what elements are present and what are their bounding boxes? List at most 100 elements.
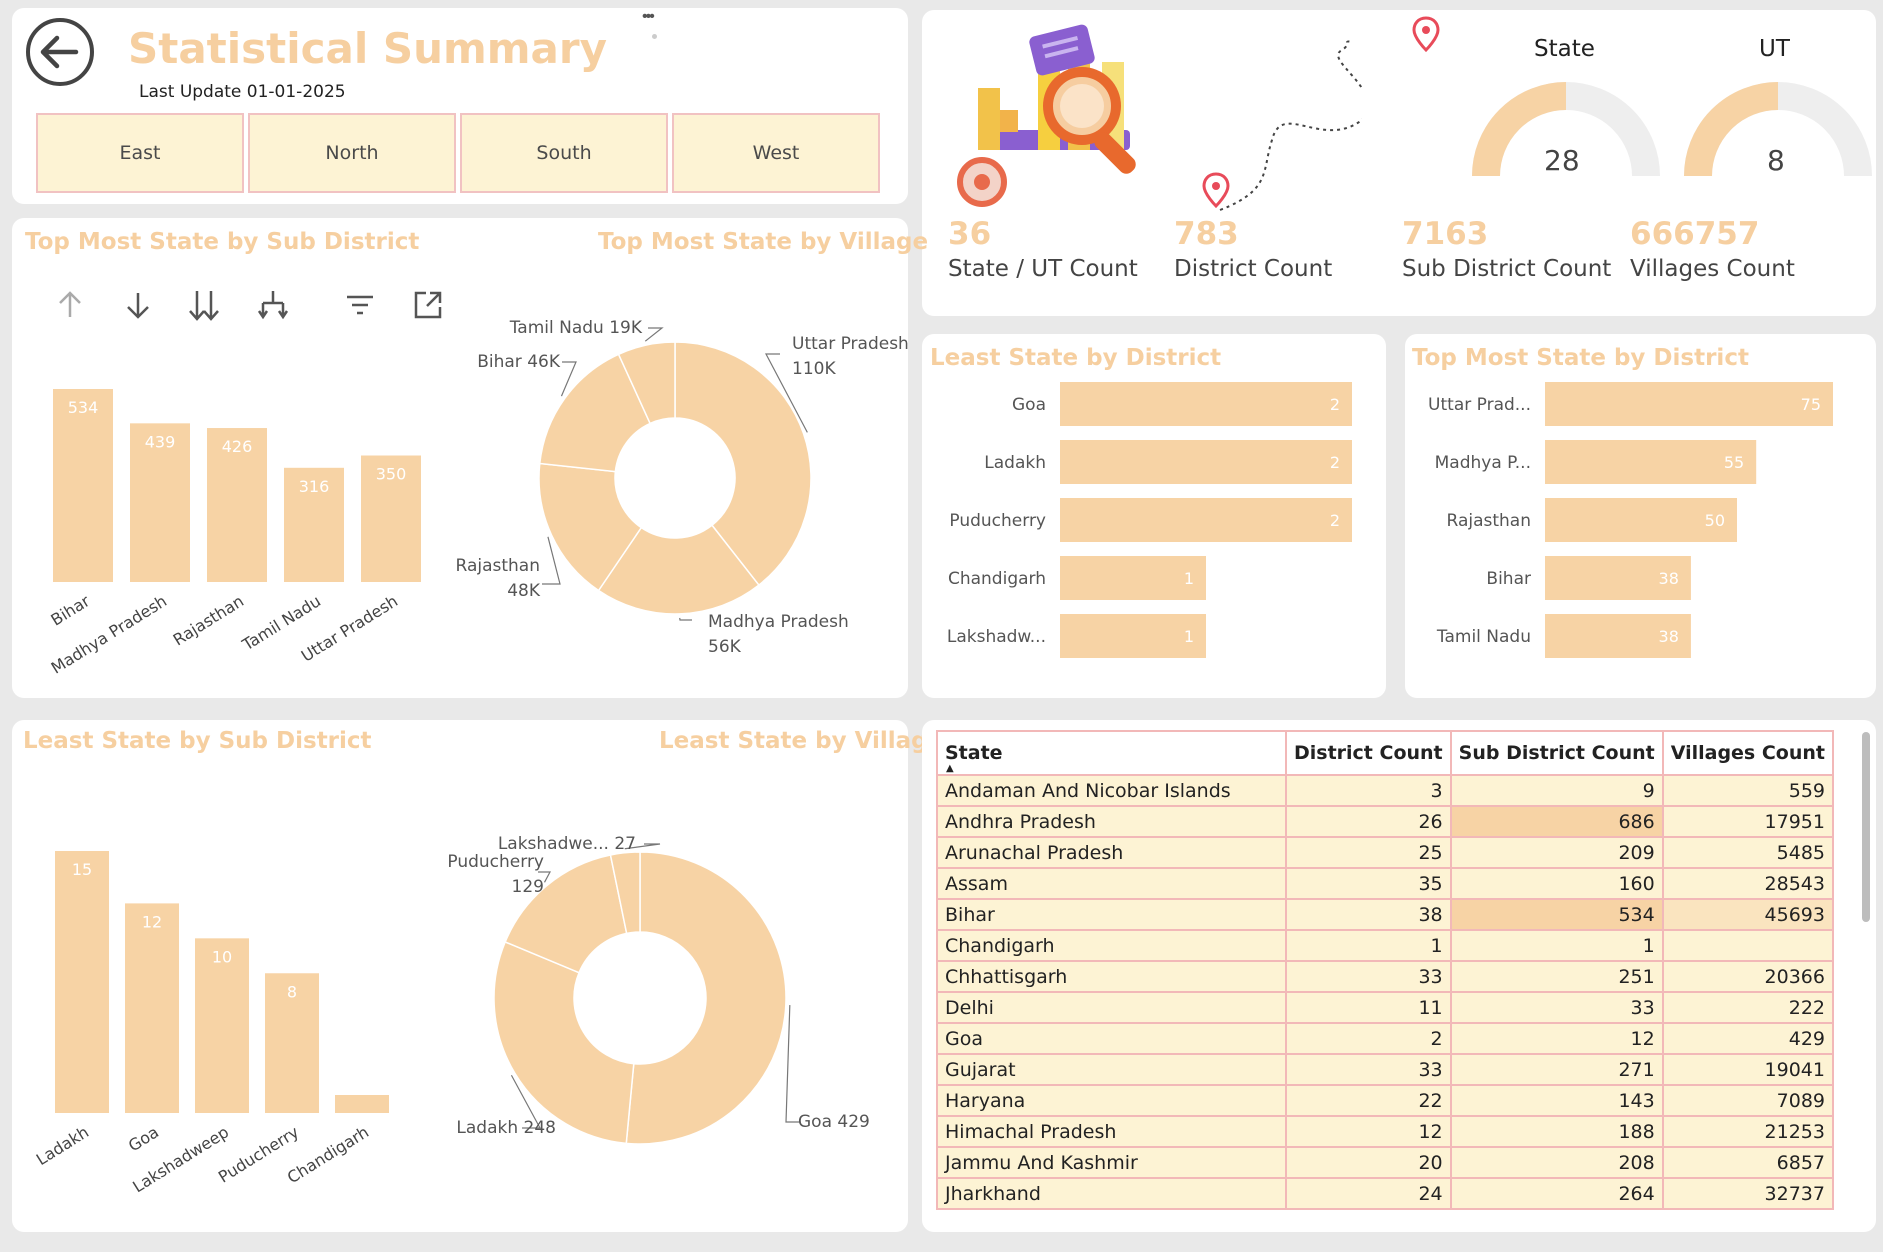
- table-row[interactable]: Chandigarh 1 1: [936, 929, 1834, 962]
- table-row[interactable]: Gujarat 33 271 19041: [936, 1053, 1834, 1086]
- table-row[interactable]: Andaman And Nicobar Islands 3 9 559: [936, 774, 1834, 807]
- table-row[interactable]: Haryana 22 143 7089: [936, 1084, 1834, 1117]
- axis-tick-label: Bihar: [1486, 569, 1531, 589]
- more-options-icon[interactable]: •••: [642, 8, 655, 26]
- column-header-state[interactable]: State ▲: [936, 730, 1287, 776]
- cell-state: Jharkhand: [936, 1177, 1287, 1210]
- kpi-value-villages: 666757: [1630, 216, 1760, 252]
- cell-count: 1: [1449, 929, 1664, 962]
- leader-line: [785, 1005, 800, 1123]
- table-row[interactable]: Chhattisgarh 33 251 20366: [936, 960, 1834, 993]
- cell-count: 17951: [1661, 805, 1834, 838]
- kpi-label-villages: Villages Count: [1630, 256, 1795, 282]
- kpi-value-sub-district: 7163: [1402, 216, 1489, 252]
- bar-data-label: 350: [376, 465, 407, 484]
- column-header-villages-count[interactable]: Villages Count: [1661, 730, 1834, 776]
- bar-data-label: 316: [299, 477, 330, 496]
- top-village-donut-chart: Uttar Pradesh 110K Madhya Pradesh 56K Rajast…: [456, 318, 909, 657]
- least-sub-district-chart: 15Ladakh12Goa10Lakshadweep8PuducherryCha…: [33, 851, 389, 1196]
- table-row[interactable]: Delhi 11 33 222: [936, 991, 1834, 1024]
- table-row[interactable]: Jharkhand 24 264 32737: [936, 1177, 1834, 1210]
- gauge-ut-label: UT: [1759, 36, 1790, 62]
- donut-data-label: 48K: [507, 581, 541, 601]
- region-button-north[interactable]: North: [248, 113, 456, 193]
- donut-data-label: Bihar 46K: [477, 352, 561, 372]
- filter-icon[interactable]: [342, 287, 378, 323]
- bar-chandigarh: [335, 1095, 389, 1113]
- cell-state: Arunachal Pradesh: [936, 836, 1287, 869]
- table-row[interactable]: Jammu And Kashmir 20 208 6857: [936, 1146, 1834, 1179]
- leader-line: [679, 617, 692, 621]
- top-village-title: Top Most State by Village: [598, 229, 929, 255]
- axis-tick-label: Goa: [1012, 395, 1046, 415]
- drag-dot-icon: [652, 34, 657, 39]
- cell-count: 35: [1284, 867, 1452, 900]
- axis-tick-label: Puducherry: [949, 511, 1046, 531]
- cell-count: 5485: [1661, 836, 1834, 869]
- donut-data-label: Ladakh 248: [456, 1118, 556, 1138]
- cell-count: 3: [1284, 774, 1452, 807]
- cell-count: [1661, 929, 1834, 962]
- cell-count: 7089: [1661, 1084, 1834, 1117]
- table-row[interactable]: Himachal Pradesh 12 188 21253: [936, 1115, 1834, 1148]
- cell-count: 209: [1449, 836, 1664, 869]
- cell-count: 271: [1449, 1053, 1664, 1086]
- cell-count: 22: [1284, 1084, 1452, 1117]
- sort-descending-icon[interactable]: [120, 287, 156, 323]
- cell-state: Jammu And Kashmir: [936, 1146, 1287, 1179]
- top-district-title: Top Most State by District: [1412, 345, 1749, 371]
- bar-data-label: 439: [145, 432, 176, 451]
- bar-ladakh: [55, 851, 109, 1113]
- location-pin-icon: [1412, 16, 1440, 52]
- bar-data-label: 1: [1184, 627, 1194, 646]
- kpi-label-district: District Count: [1174, 256, 1333, 282]
- leader-line: [644, 327, 664, 342]
- least-village-title: Least State by Village: [659, 728, 944, 754]
- table-row[interactable]: Andhra Pradesh 26 686 17951: [936, 805, 1834, 838]
- donut-data-label: Goa 429: [798, 1112, 870, 1132]
- cell-count: 45693: [1661, 898, 1834, 931]
- cell-count: 20366: [1661, 960, 1834, 993]
- table-row[interactable]: Bihar 38 534 45693: [936, 898, 1834, 931]
- table-row[interactable]: Assam 35 160 28543: [936, 867, 1834, 900]
- cell-count: 38: [1284, 898, 1452, 931]
- cell-count: 24: [1284, 1177, 1452, 1210]
- region-button-east[interactable]: East: [36, 113, 244, 193]
- table-row[interactable]: Goa 2 12 429: [936, 1022, 1834, 1055]
- top-sub-district-chart: 534Bihar439Madhya Pradesh426Rajasthan316…: [47, 389, 421, 678]
- table-row[interactable]: Arunachal Pradesh 25 209 5485: [936, 836, 1834, 869]
- donut-data-label: Lakshadwe... 27: [498, 834, 636, 854]
- bar-data-label: 75: [1801, 395, 1821, 414]
- gauge-fill: [1684, 82, 1779, 177]
- table-scroll-area[interactable]: State ▲ District Count Sub District Count…: [936, 730, 1834, 1222]
- back-arrow-icon[interactable]: [24, 16, 96, 88]
- donut-slice-goa: [625, 851, 787, 1145]
- gauge-state-label: State: [1534, 36, 1595, 62]
- axis-tick-label: Madhya P...: [1435, 453, 1531, 473]
- cell-count: 143: [1449, 1084, 1664, 1117]
- expand-all-down-icon[interactable]: [186, 287, 222, 323]
- column-header-district-count[interactable]: District Count: [1284, 730, 1452, 776]
- sort-ascending-icon[interactable]: [52, 287, 88, 323]
- donut-data-label: 129: [512, 877, 544, 897]
- kpi-value-state-ut: 36: [948, 216, 992, 252]
- bar-uttar-prad-: [1545, 382, 1833, 426]
- drill-down-icon[interactable]: [255, 287, 291, 323]
- axis-tick-label: Ladakh: [984, 453, 1046, 473]
- analytics-illustration-icon: [957, 24, 1136, 207]
- column-header-sub-district-count[interactable]: Sub District Count: [1449, 730, 1664, 776]
- bar-data-label: 1: [1184, 569, 1194, 588]
- bar-data-label: 12: [142, 912, 162, 931]
- region-button-south[interactable]: South: [460, 113, 668, 193]
- cell-count: 534: [1449, 898, 1664, 931]
- table-scrollbar[interactable]: [1862, 732, 1870, 922]
- least-village-donut-chart: Goa 429 Ladakh 248 Puducherry 129 Lakshadwe.…: [447, 834, 870, 1145]
- donut-data-label: Tamil Nadu 19K: [509, 318, 643, 338]
- bar-data-label: 50: [1705, 511, 1725, 530]
- bar-bihar: [53, 389, 113, 582]
- cell-count: 21253: [1661, 1115, 1834, 1148]
- region-button-west[interactable]: West: [672, 113, 880, 193]
- cell-count: 12: [1449, 1022, 1664, 1055]
- axis-tick-label: Uttar Prad...: [1428, 395, 1531, 415]
- cell-count: 429: [1661, 1022, 1834, 1055]
